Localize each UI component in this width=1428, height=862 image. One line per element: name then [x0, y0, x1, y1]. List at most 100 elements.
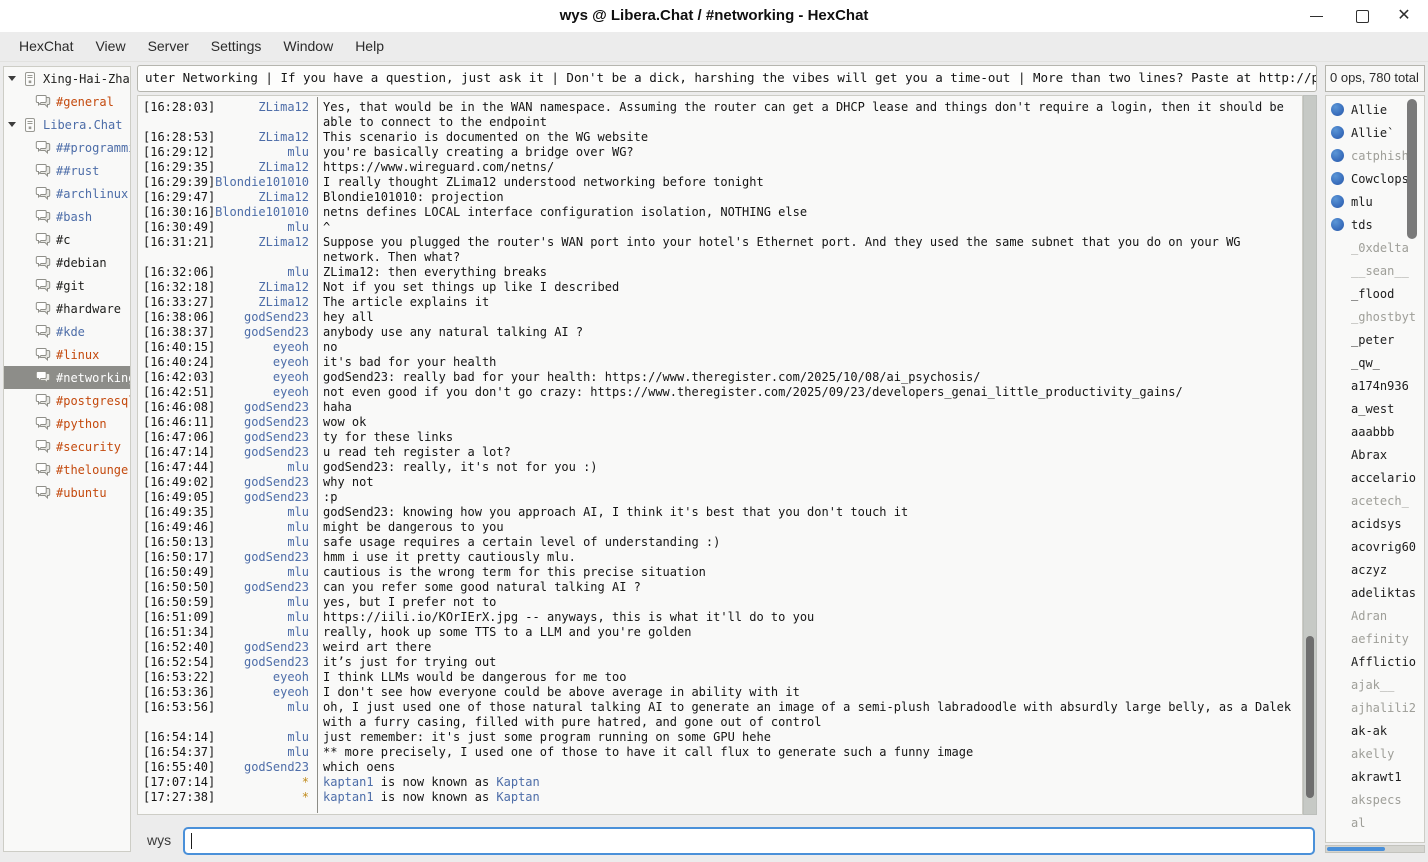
chat-scrollbar[interactable]	[1303, 95, 1317, 815]
user-list-item[interactable]: _0xdelta	[1326, 236, 1424, 259]
chat-message-row: [16:32:06] mlu ZLima12: then everything …	[138, 265, 1302, 280]
chat-message-row: [16:32:18] ZLima12 Not if you set things…	[138, 280, 1302, 295]
user-list-item[interactable]: aefinity	[1326, 627, 1424, 650]
user-list-item[interactable]: accelario	[1326, 466, 1424, 489]
channel-icon	[35, 462, 51, 478]
channel-tree-row[interactable]: #ubuntu	[4, 481, 130, 504]
menu-bar: HexChat View Server Settings Window Help	[0, 32, 1428, 62]
userlist-count: 0 ops, 780 total	[1325, 65, 1425, 92]
user-list-item[interactable]: akrawt1	[1326, 765, 1424, 788]
user-list-item[interactable]: ak-ak	[1326, 719, 1424, 742]
user-list-item[interactable]: acovrig60	[1326, 535, 1424, 558]
user-list-item[interactable]: a_west	[1326, 397, 1424, 420]
topic-bar[interactable]: uter Networking | If you have a question…	[137, 65, 1317, 92]
chat-message-row: [16:31:21] ZLima12 Suppose you plugged t…	[138, 235, 1302, 265]
message-text-segment: hmm i use it pretty cautiously mlu.	[323, 550, 576, 564]
channel-tree-row[interactable]: Xing-Hai-Zhang	[4, 67, 130, 90]
channel-tree-row[interactable]: #security	[4, 435, 130, 458]
channel-tree-label: #c	[56, 233, 70, 247]
channel-tree-label: #general	[56, 95, 114, 109]
user-list-item[interactable]: _ghostbyt	[1326, 305, 1424, 328]
close-button[interactable]: ✕	[1384, 0, 1424, 32]
user-list-item[interactable]: __sean__	[1326, 259, 1424, 282]
menu-item[interactable]: View	[84, 32, 136, 61]
user-list-item[interactable]: akspecs	[1326, 788, 1424, 811]
user-list-item[interactable]: _flood	[1326, 282, 1424, 305]
expander-icon[interactable]	[8, 76, 22, 81]
user-list-item[interactable]: acidsys	[1326, 512, 1424, 535]
user-list-item[interactable]: a174n936	[1326, 374, 1424, 397]
user-list-item[interactable]: akelly	[1326, 742, 1424, 765]
chat-message-row: [17:07:14] * kaptan1 is now known as Kap…	[138, 775, 1302, 790]
channel-tree-row[interactable]: ##programming	[4, 136, 130, 159]
chat-message-row: [16:49:46] mlu might be dangerous to you	[138, 520, 1302, 535]
message-timestamp: [16:46:08]	[138, 400, 210, 415]
channel-tree-row[interactable]: #kde	[4, 320, 130, 343]
user-list-item[interactable]: ajak__	[1326, 673, 1424, 696]
user-list-item[interactable]: Afflictio	[1326, 650, 1424, 673]
message-input[interactable]	[183, 827, 1315, 855]
menu-item[interactable]: Window	[272, 32, 344, 61]
menu-item[interactable]: Server	[137, 32, 200, 61]
channel-tree-row[interactable]: #linux	[4, 343, 130, 366]
user-list-item[interactable]: ajhalili2	[1326, 696, 1424, 719]
user-list-item[interactable]: _qw_	[1326, 351, 1424, 374]
chat-scrollbar-thumb[interactable]	[1306, 636, 1314, 798]
message-nick: *	[210, 790, 316, 805]
message-text: I don't see how everyone could be above …	[316, 685, 1302, 700]
message-text: Suppose you plugged the router's WAN por…	[316, 235, 1302, 265]
user-nick: acidsys	[1351, 517, 1402, 531]
user-list-item[interactable]: acetech_	[1326, 489, 1424, 512]
user-list-item[interactable]: aczyz	[1326, 558, 1424, 581]
channel-tree-row[interactable]: Libera.Chat	[4, 113, 130, 136]
user-nick: _peter	[1351, 333, 1394, 347]
channel-tree-row[interactable]: #debian	[4, 251, 130, 274]
userlist-hscrollbar-thumb[interactable]	[1327, 847, 1385, 851]
user-list-item[interactable]: al	[1326, 811, 1424, 834]
user-list-item[interactable]: aaabbb	[1326, 420, 1424, 443]
user-nick: akelly	[1351, 747, 1394, 761]
userlist-horizontal-scrollbar[interactable]	[1325, 845, 1425, 853]
channel-tree-label: #linux	[56, 348, 99, 362]
channel-tree-label: ##rust	[56, 164, 99, 178]
userlist-scrollbar-thumb[interactable]	[1407, 99, 1417, 239]
expander-icon[interactable]	[8, 122, 22, 127]
message-text: Yes, that would be in the WAN namespace.…	[316, 100, 1302, 130]
channel-tree-row[interactable]: #general	[4, 90, 130, 113]
channel-tree-row[interactable]: ##rust	[4, 159, 130, 182]
user-nick: tds	[1351, 218, 1373, 232]
user-list-item[interactable]: _peter	[1326, 328, 1424, 351]
minimize-button[interactable]	[1296, 0, 1336, 32]
channel-tree-row[interactable]: #networking	[4, 366, 130, 389]
user-list-item[interactable]: Adran	[1326, 604, 1424, 627]
message-nick: eyeoh	[210, 385, 316, 400]
message-text: kaptan1 is now known as Kaptan	[316, 790, 1302, 805]
message-text: u read teh register a lot?	[316, 445, 1302, 460]
channel-tree-label: #debian	[56, 256, 107, 270]
channel-tree-row[interactable]: #thelounge	[4, 458, 130, 481]
menu-item[interactable]: Settings	[200, 32, 273, 61]
message-text: ZLima12: then everything breaks	[316, 265, 1302, 280]
menu-item[interactable]: Help	[344, 32, 395, 61]
channel-tree-label: Libera.Chat	[43, 118, 122, 132]
channel-tree-row[interactable]: #postgresql	[4, 389, 130, 412]
channel-tree-row[interactable]: #git	[4, 274, 130, 297]
channel-tree-row[interactable]: #bash	[4, 205, 130, 228]
user-list-item[interactable]: adeliktas	[1326, 581, 1424, 604]
maximize-button[interactable]	[1342, 0, 1382, 32]
user-list-item[interactable]: Abrax	[1326, 443, 1424, 466]
message-text: might be dangerous to you	[316, 520, 1302, 535]
message-nick: eyeoh	[210, 685, 316, 700]
message-nick: mlu	[210, 625, 316, 640]
channel-tree-row[interactable]: #c	[4, 228, 130, 251]
channel-tree-row[interactable]: #archlinux	[4, 182, 130, 205]
message-text: https://iili.io/KOrIErX.jpg -- anyways, …	[316, 610, 1302, 625]
menu-item[interactable]: HexChat	[8, 32, 84, 61]
channel-tree-row[interactable]: #python	[4, 412, 130, 435]
message-timestamp: [16:40:24]	[138, 355, 210, 370]
channel-tree-row[interactable]: #hardware	[4, 297, 130, 320]
chat-message-row: [16:40:24] eyeoh it's bad for your healt…	[138, 355, 1302, 370]
message-text-segment: kaptan1	[323, 775, 374, 789]
chat-message-row: [16:38:06] godSend23 hey all	[138, 310, 1302, 325]
message-text: why not	[316, 475, 1302, 490]
